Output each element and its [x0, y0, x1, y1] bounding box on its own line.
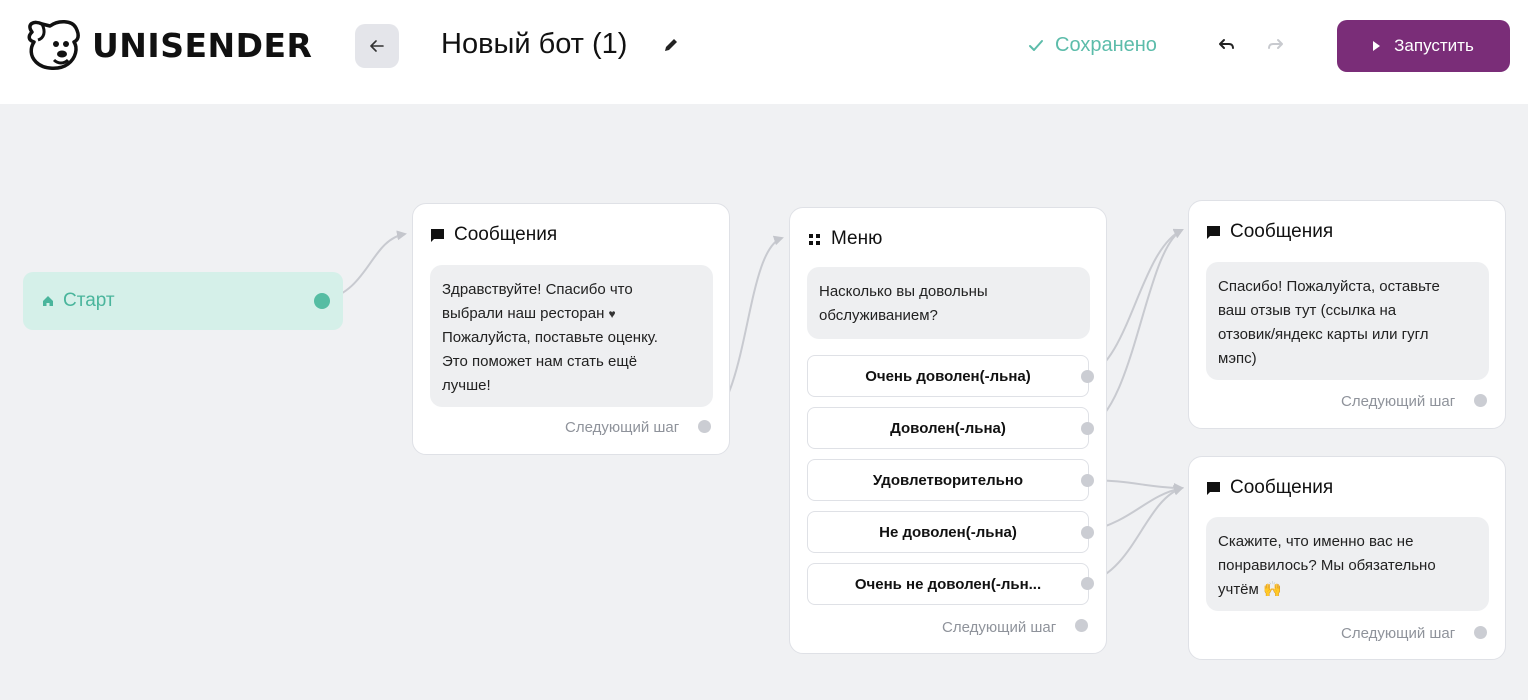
- message-icon: [431, 228, 444, 242]
- back-button[interactable]: [355, 24, 399, 68]
- question-line: обслуживанием?: [819, 307, 938, 324]
- raised-hands-icon: 🙌: [1263, 581, 1282, 598]
- message-line: Спасибо! Пожалуйста, оставьте: [1218, 278, 1440, 295]
- menu-question: Насколько вы довольны обслуживанием?: [807, 267, 1090, 339]
- logo-text: UNISENDER: [92, 25, 313, 65]
- undo-icon[interactable]: [1215, 35, 1237, 57]
- message-node-3-title: Сообщения: [1230, 477, 1334, 498]
- menu-option-satisfactory[interactable]: Удовлетворительно: [807, 459, 1089, 501]
- message-node-1-title: Сообщения: [454, 224, 558, 245]
- message-line: понравилось? Мы обязательно: [1218, 557, 1436, 574]
- start-output-port[interactable]: [314, 293, 330, 309]
- message-icon: [1207, 225, 1220, 239]
- menu-option-satisfied[interactable]: Доволен(-льна): [807, 407, 1089, 449]
- menu-node[interactable]: Меню Насколько вы довольны обслуживанием…: [789, 207, 1107, 654]
- question-line: Насколько вы довольны: [819, 283, 988, 300]
- menu-node-header: Меню: [807, 228, 882, 250]
- run-button[interactable]: Запустить: [1337, 20, 1510, 72]
- message-node-3-text: Скажите, что именно вас не понравилось? …: [1206, 517, 1489, 611]
- heart-icon: ♥: [608, 307, 616, 321]
- message-node-2-text: Спасибо! Пожалуйста, оставьте ваш отзыв …: [1206, 262, 1489, 380]
- message-node-3[interactable]: Сообщения Скажите, что именно вас не пон…: [1188, 456, 1506, 660]
- message-line: Скажите, что именно вас не: [1218, 533, 1414, 550]
- message-line: Здравствуйте! Спасибо что: [442, 281, 633, 298]
- menu-node-title: Меню: [831, 228, 883, 249]
- bot-title: Новый бот (1): [441, 28, 628, 60]
- message-node-3-header: Сообщения: [1206, 477, 1333, 499]
- saved-status-label: Сохранено: [1055, 34, 1157, 56]
- message-node-1-text: Здравствуйте! Спасибо что выбрали наш ре…: [430, 265, 713, 407]
- message-icon: [1207, 481, 1220, 495]
- message-line: отзовик/яндекс карты или гугл: [1218, 326, 1429, 343]
- unisender-logo[interactable]: UNISENDER: [22, 18, 312, 72]
- menu-option-very-satisfied[interactable]: Очень доволен(-льна): [807, 355, 1089, 397]
- option-3-port[interactable]: [1081, 474, 1094, 487]
- message-node-1[interactable]: Сообщения Здравствуйте! Спасибо что выбр…: [412, 203, 730, 455]
- option-1-port[interactable]: [1081, 370, 1094, 383]
- option-2-port[interactable]: [1081, 422, 1094, 435]
- run-button-label: Запустить: [1394, 36, 1474, 55]
- start-node-label: Старт: [63, 290, 115, 311]
- next-step-label: Следующий шаг: [942, 619, 1057, 636]
- menu-node-output-port[interactable]: [1075, 619, 1088, 632]
- message-node-2[interactable]: Сообщения Спасибо! Пожалуйста, оставьте …: [1188, 200, 1506, 429]
- next-step-label: Следующий шаг: [1341, 393, 1456, 410]
- menu-option-not-satisfied[interactable]: Не доволен(-льна): [807, 511, 1089, 553]
- message-line: учтём 🙌: [1218, 581, 1282, 598]
- redo-icon[interactable]: [1265, 35, 1287, 57]
- message-node-1-output-port[interactable]: [698, 420, 711, 433]
- message-line: мэпс): [1218, 350, 1257, 367]
- pencil-icon[interactable]: [660, 34, 682, 56]
- play-icon: [1373, 41, 1381, 51]
- check-icon: [1029, 39, 1043, 51]
- message-node-3-output-port[interactable]: [1474, 626, 1487, 639]
- next-step-label: Следующий шаг: [1341, 625, 1456, 642]
- start-node[interactable]: Старт: [23, 272, 343, 330]
- dog-logo-icon: [27, 20, 80, 70]
- grid-icon: [809, 233, 820, 245]
- message-node-1-header: Сообщения: [430, 224, 557, 246]
- menu-option-very-dissatisfied[interactable]: Очень не доволен(-льн...: [807, 563, 1089, 605]
- message-node-2-title: Сообщения: [1230, 221, 1334, 242]
- option-5-port[interactable]: [1081, 577, 1094, 590]
- message-line: ваш отзыв тут (ссылка на: [1218, 302, 1397, 319]
- saved-status: Сохранено: [1027, 34, 1157, 57]
- top-bar: UNISENDER Новый бот (1) Сохранено Запуст…: [0, 0, 1528, 104]
- home-icon: [43, 296, 53, 306]
- message-line: Пожалуйста, поставьте оценку.: [442, 329, 658, 346]
- message-line: лучше!: [442, 377, 491, 394]
- message-line: выбрали наш ресторан ♥: [442, 302, 701, 326]
- arrow-left-icon: [370, 40, 384, 52]
- message-node-2-header: Сообщения: [1206, 221, 1333, 243]
- option-4-port[interactable]: [1081, 526, 1094, 539]
- message-node-2-output-port[interactable]: [1474, 394, 1487, 407]
- next-step-label: Следующий шаг: [565, 419, 680, 436]
- message-line: Это поможет нам стать ещё: [442, 353, 638, 370]
